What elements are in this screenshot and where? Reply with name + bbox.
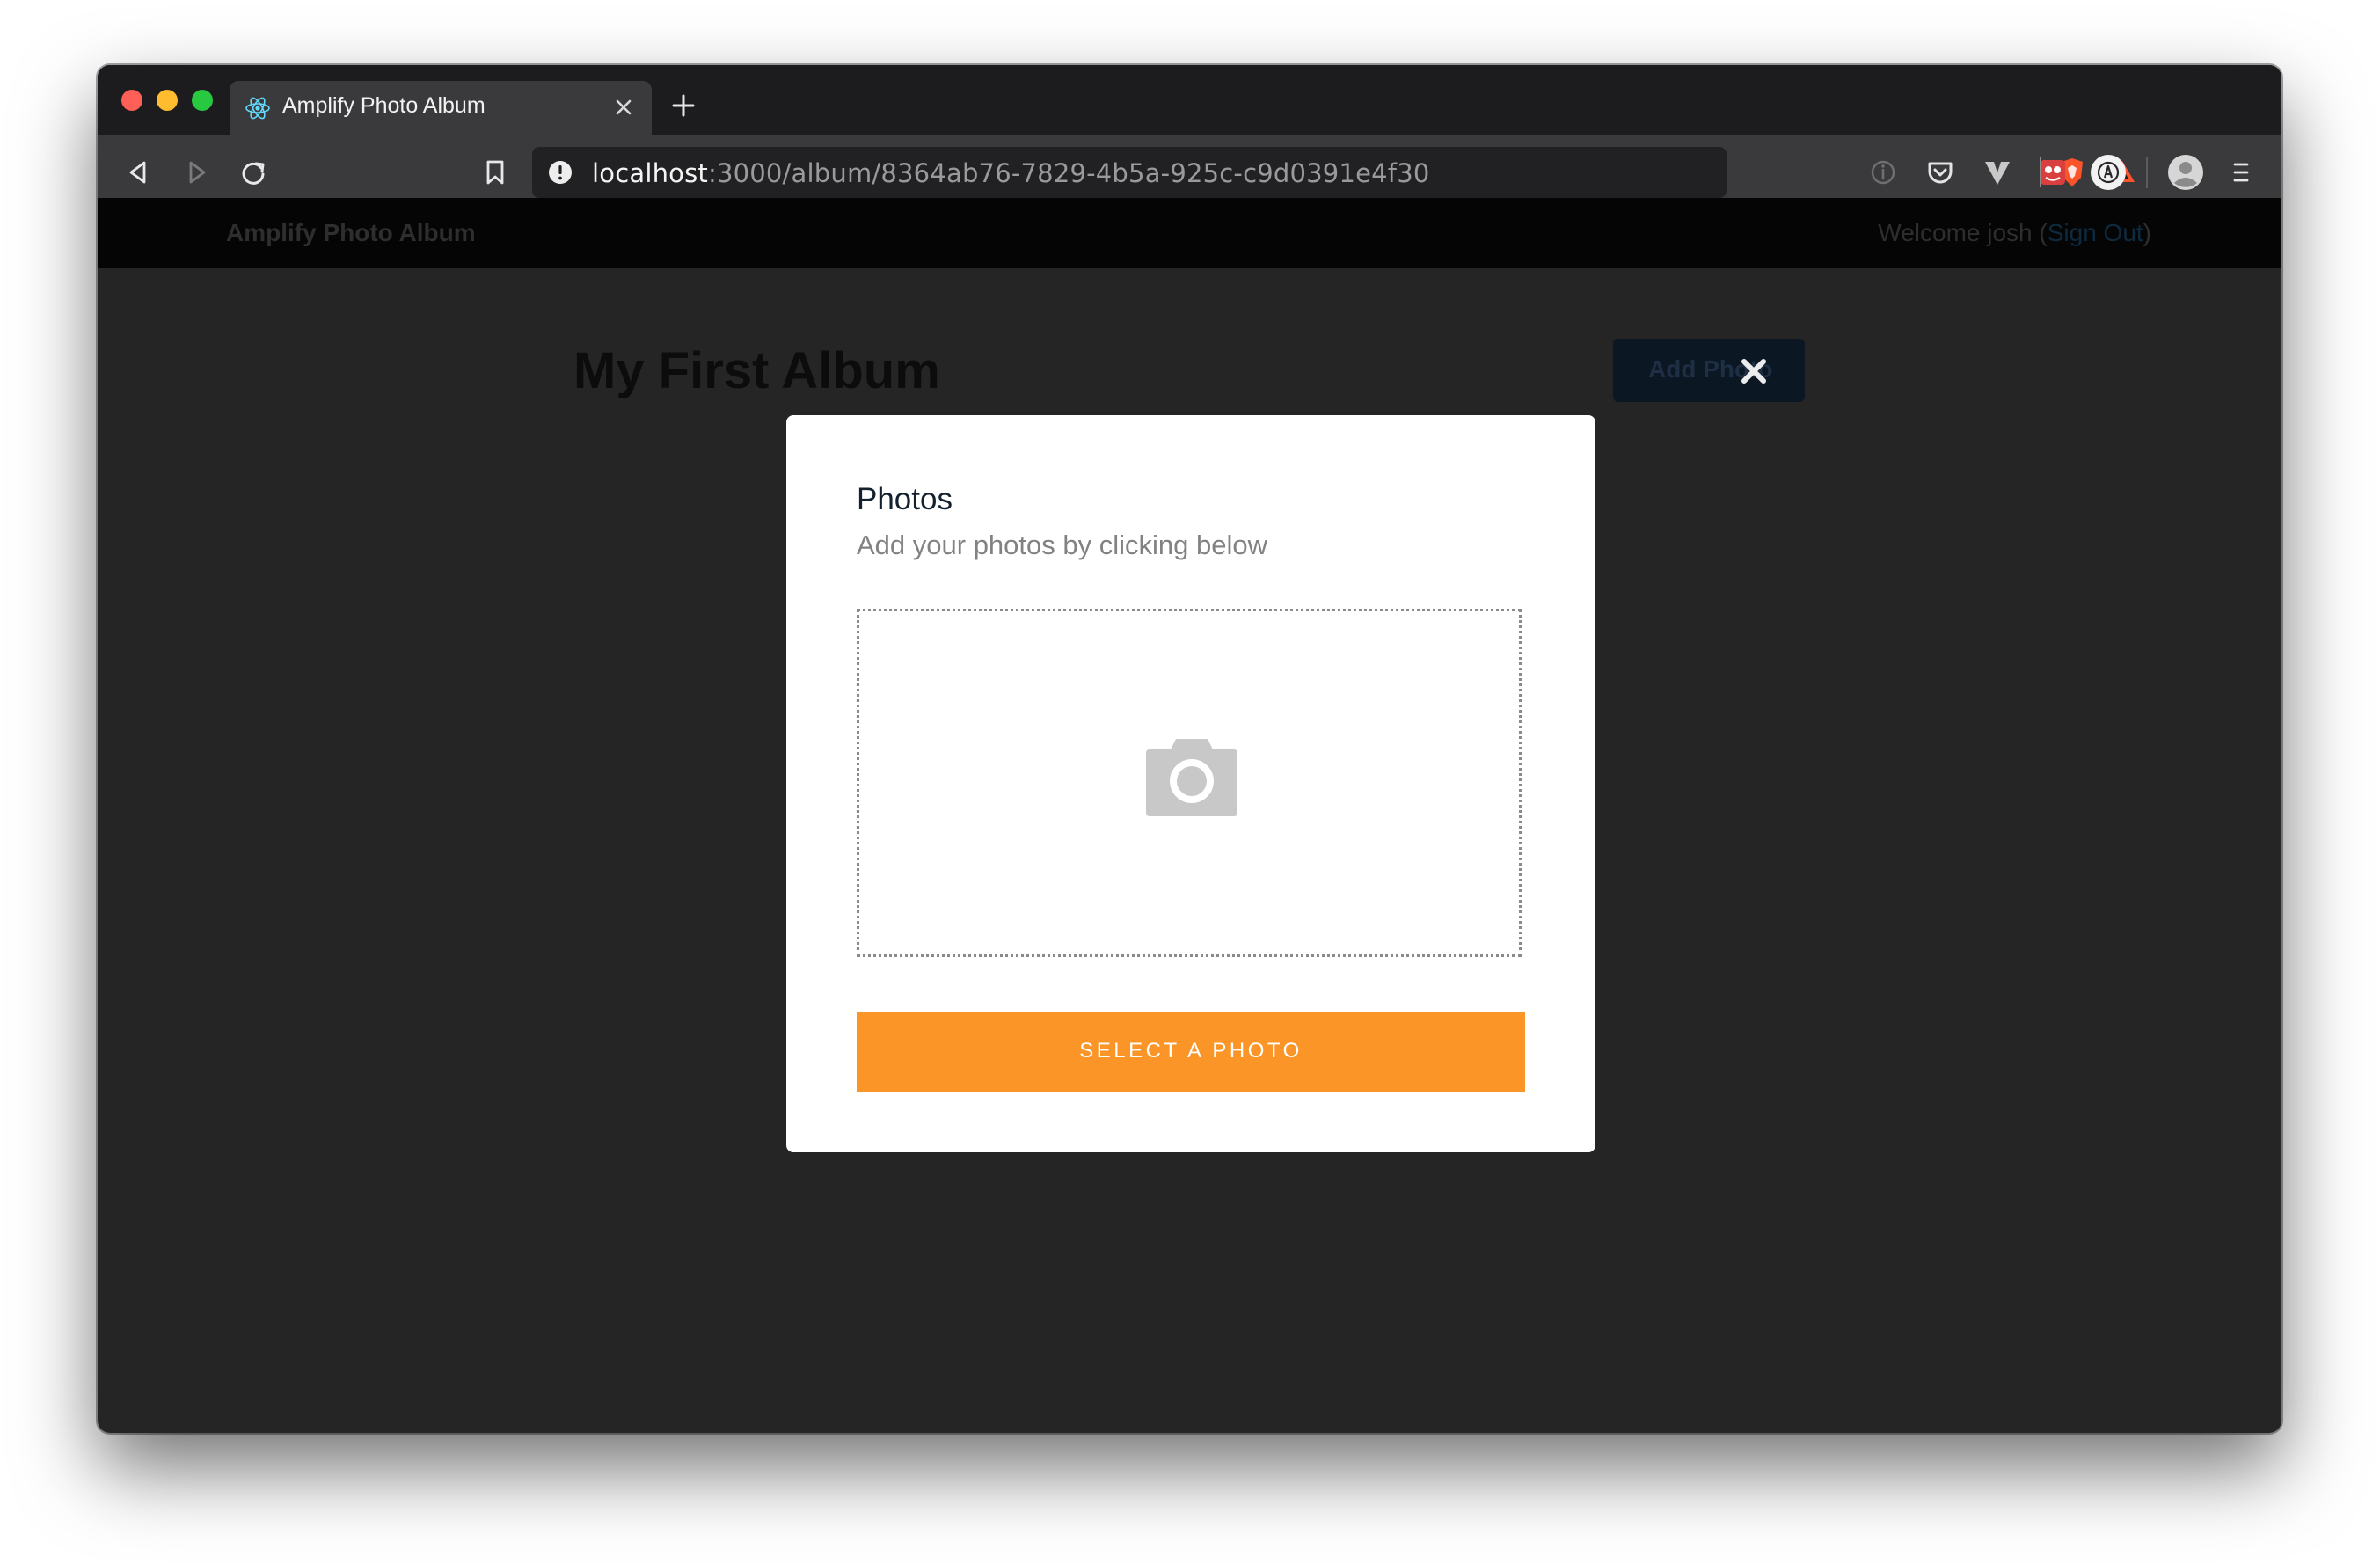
new-tab-icon[interactable] (664, 86, 703, 125)
close-tab-icon[interactable] (606, 90, 641, 125)
vivaldi-v-icon[interactable] (1978, 153, 2017, 192)
toolbar-divider (2146, 157, 2148, 188)
back-icon[interactable] (120, 153, 158, 192)
amplify-extension-icon[interactable] (2089, 153, 2128, 192)
welcome-prefix: Welcome josh ( (1878, 219, 2048, 246)
profile-icon[interactable] (2166, 153, 2205, 192)
info-icon[interactable] (548, 160, 573, 185)
forward-icon[interactable] (177, 153, 215, 192)
menu-icon[interactable] (2222, 153, 2260, 192)
close-modal-icon[interactable] (1739, 356, 1769, 386)
add-photo-button[interactable]: Add Photo (1613, 339, 1805, 402)
modal-subtitle: Add your photos by clicking below (857, 530, 1267, 560)
extension-icon[interactable] (2033, 153, 2072, 192)
pocket-icon[interactable] (1921, 153, 1960, 192)
app-header: Amplify Photo Album Welcome josh (Sign O… (98, 198, 2281, 268)
browser-window: Amplify Photo Album localhost:3000/album… (98, 65, 2281, 1433)
welcome-message: Welcome josh (Sign Out) (1878, 219, 2151, 247)
minimize-window-button[interactable] (157, 90, 178, 111)
tab-title: Amplify Photo Album (282, 93, 485, 118)
welcome-suffix: ) (2143, 219, 2151, 246)
modal-title: Photos (857, 482, 953, 516)
close-window-button[interactable] (121, 90, 142, 111)
app-brand[interactable]: Amplify Photo Album (226, 219, 476, 247)
browser-tab[interactable]: Amplify Photo Album (230, 81, 652, 135)
bookmark-icon[interactable] (476, 153, 515, 192)
url-text[interactable]: localhost:3000/album/8364ab76-7829-4b5a-… (592, 158, 1430, 188)
select-photo-button[interactable]: SELECT A PHOTO (857, 1012, 1525, 1092)
zoom-window-button[interactable] (192, 90, 213, 111)
select-photo-label: SELECT A PHOTO (1079, 1039, 1303, 1063)
info-circle-icon[interactable] (1864, 153, 1902, 192)
sign-out-link[interactable]: Sign Out (2048, 219, 2143, 246)
url-path: :3000/album/8364ab76-7829-4b5a-925c-c9d0… (707, 158, 1430, 188)
upload-photo-modal: Photos Add your photos by clicking below… (786, 415, 1595, 1152)
album-title: My First Album (573, 342, 940, 399)
address-bar[interactable]: localhost:3000/album/8364ab76-7829-4b5a-… (532, 147, 2135, 198)
camera-icon (1146, 739, 1237, 816)
photo-dropzone[interactable] (857, 609, 1522, 957)
reload-icon[interactable] (234, 153, 273, 192)
tab-bar: Amplify Photo Album (98, 65, 2281, 135)
react-logo-icon (245, 97, 270, 120)
url-host: localhost (592, 158, 708, 188)
